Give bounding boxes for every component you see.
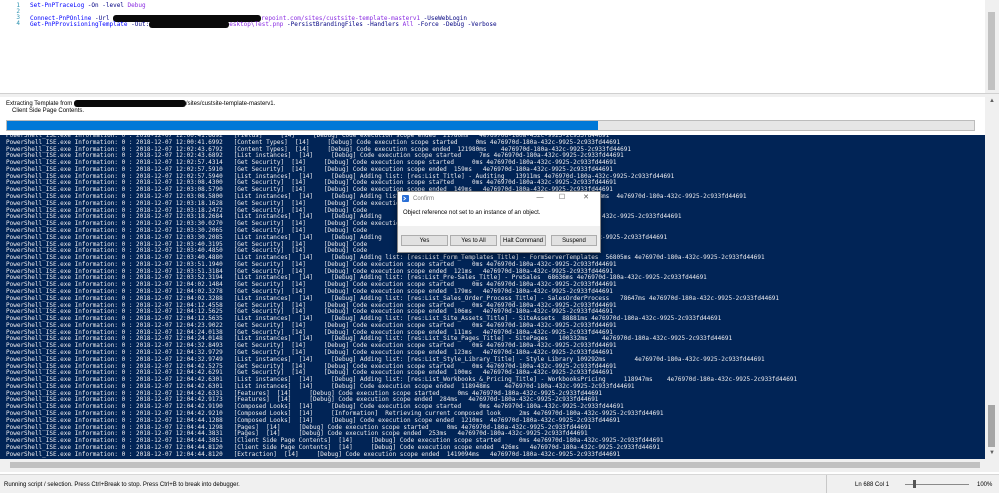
maximize-icon[interactable]: ☐ bbox=[556, 193, 568, 203]
minimize-icon[interactable]: — bbox=[534, 193, 546, 203]
cursor-position-panel: Ln 688 Col 1 bbox=[826, 475, 901, 493]
editor-scrollbar-thumb[interactable] bbox=[988, 12, 995, 90]
dialog-titlebar[interactable]: Confirm — ☐ ✕ bbox=[398, 192, 600, 206]
confirm-dialog: Confirm — ☐ ✕ Object reference not set t… bbox=[397, 191, 601, 253]
console-pane[interactable]: PowerShell_ISE.exe Information: 0 : 2018… bbox=[0, 135, 985, 459]
code-token: Set-PnPTraceLog bbox=[30, 2, 85, 9]
code-token: -Out: bbox=[127, 21, 150, 28]
progress-activity-prefix: Extracting Template from bbox=[6, 101, 74, 108]
status-bar: Running script / selection. Press Ctrl+B… bbox=[0, 474, 999, 493]
console-vertical-scrollbar[interactable]: ▲ ▼ bbox=[985, 97, 999, 459]
progress-bar-fill bbox=[7, 121, 598, 130]
code-token: All bbox=[402, 21, 414, 28]
progress-area: Extracting Template from /sites/custsite… bbox=[0, 97, 985, 135]
status-message: Running script / selection. Press Ctrl+B… bbox=[4, 482, 240, 488]
code-token: -Force -Debug -Verbose bbox=[413, 21, 497, 28]
console-scrollbar-thumb[interactable] bbox=[988, 405, 995, 447]
halt-command-button[interactable]: Halt Command bbox=[500, 235, 546, 246]
redacted-block bbox=[149, 21, 230, 28]
zoom-slider-handle[interactable] bbox=[913, 480, 916, 488]
progress-activity-suffix: /sites/custsite-template-masterv1. bbox=[185, 101, 276, 108]
scroll-down-arrow-icon[interactable]: ▼ bbox=[988, 450, 996, 456]
powershell-icon bbox=[402, 195, 409, 202]
console-output: PowerShell_ISE.exe Information: 0 : 2018… bbox=[6, 135, 797, 459]
code-text: Get-PnPProvisioningTemplate -Out: esktop\… bbox=[30, 21, 497, 28]
yes-to-all-button[interactable]: Yes to All bbox=[450, 235, 497, 246]
console-hscrollbar-thumb[interactable] bbox=[10, 462, 980, 468]
dialog-body: Object reference not set to an instance … bbox=[398, 206, 600, 226]
code-token: Get-PnPProvisioningTemplate bbox=[30, 21, 128, 28]
zoom-level: 100% bbox=[977, 482, 993, 488]
console-horizontal-scrollbar[interactable] bbox=[0, 459, 999, 472]
dialog-title: Confirm bbox=[413, 196, 435, 202]
console-line: PowerShell_ISE.exe Information: 0 : 2018… bbox=[6, 450, 621, 458]
code-token: -On -level bbox=[84, 2, 128, 9]
progress-status: Client Side Page Contents. bbox=[12, 108, 85, 114]
close-icon[interactable]: ✕ bbox=[580, 193, 592, 203]
dialog-message: Object reference not set to an instance … bbox=[403, 210, 541, 216]
code-token: esktop\Test.pnp bbox=[229, 21, 284, 28]
code-token: -PersistBrandingFiles -Handlers bbox=[283, 21, 403, 28]
editor-vertical-scrollbar[interactable] bbox=[985, 0, 999, 93]
yes-button[interactable]: Yes bbox=[401, 235, 448, 246]
cursor-position: Ln 688 Col 1 bbox=[855, 482, 890, 488]
line-number: 4 bbox=[16, 20, 20, 27]
suspend-button[interactable]: Suspend bbox=[551, 235, 597, 246]
script-editor[interactable]: 1 Set-PnPTraceLog -On -level Debug 2 3 Conne… bbox=[0, 0, 985, 93]
scroll-up-arrow-icon[interactable]: ▲ bbox=[988, 98, 996, 104]
code-text: Set-PnPTraceLog -On -level Debug bbox=[30, 3, 146, 9]
progress-activity: Extracting Template from /sites/custsite… bbox=[6, 100, 275, 107]
code-token: Debug bbox=[127, 2, 146, 9]
redacted-block bbox=[73, 100, 186, 107]
progress-bar bbox=[6, 120, 975, 131]
